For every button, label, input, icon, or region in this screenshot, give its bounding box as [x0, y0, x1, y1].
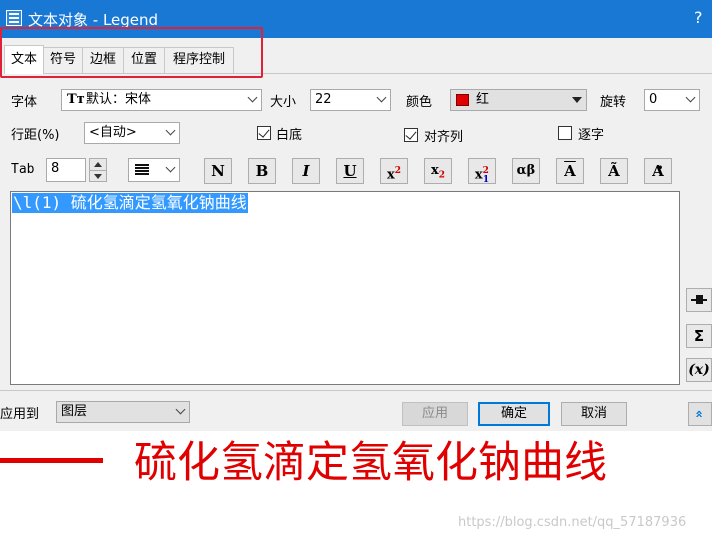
variable-button[interactable]: (x)	[686, 358, 712, 382]
dropdown-triangle-icon	[572, 97, 582, 103]
underlay-checkbox[interactable]	[257, 126, 271, 140]
greek-button[interactable]: αβ	[512, 158, 540, 184]
chevron-down-icon	[377, 97, 386, 103]
underline-button-label: U	[343, 162, 357, 180]
color-value: 红	[476, 92, 490, 107]
subscript-button-label: x	[430, 163, 439, 178]
spinner-divider	[90, 170, 106, 171]
apply-to-select[interactable]: 图层	[56, 401, 190, 423]
tab-size-value: 8	[51, 161, 60, 176]
overline-button[interactable]: A	[556, 158, 584, 184]
align-justify-icon	[135, 164, 149, 176]
variable-icon: (x)	[688, 362, 710, 378]
color-label: 颜色	[406, 95, 433, 110]
chevron-down-icon	[248, 97, 257, 103]
superscript-button-label: x	[386, 167, 395, 183]
line-spacing-label: 行距(%)	[11, 128, 60, 143]
superscript-button[interactable]: x2	[380, 158, 408, 184]
size-select[interactable]: 22	[310, 89, 391, 111]
font-value: 默认：宋体	[86, 92, 152, 107]
help-button[interactable]: ?	[694, 8, 703, 27]
supsub-button-label: x	[474, 167, 483, 183]
line-spacing-value: <自动>	[89, 125, 137, 140]
tab-text[interactable]: 文本	[4, 45, 44, 74]
apply-to-label: 应用到	[0, 407, 40, 422]
collapse-button[interactable]: »	[688, 402, 712, 426]
alignment-select[interactable]	[128, 158, 180, 182]
bold-button-label: B	[255, 162, 269, 180]
tab-divider	[4, 73, 712, 74]
tab-size-label: Tab	[11, 162, 35, 177]
tab-position[interactable]: 位置	[123, 47, 165, 73]
app-icon	[6, 10, 22, 26]
cancel-button[interactable]: 取消	[561, 402, 627, 426]
italic-button-label: I	[302, 162, 310, 180]
apply-button[interactable]: 应用	[402, 402, 468, 426]
chevron-down-icon	[166, 167, 175, 173]
size-value: 22	[315, 92, 332, 107]
per-char-label: 逐字	[578, 128, 605, 143]
tab-size-spinner[interactable]	[89, 158, 107, 182]
window-title: 文本对象 - Legend	[28, 11, 159, 29]
subscript-button[interactable]: x2	[424, 158, 452, 184]
normal-button[interactable]: N	[204, 158, 232, 184]
preview-legend-text: 硫化氢滴定氢氧化钠曲线	[134, 438, 607, 488]
tab-symbol[interactable]: 符号	[43, 47, 83, 73]
font-label: 字体	[11, 95, 38, 110]
supsub-button[interactable]: x21	[468, 158, 496, 185]
tab-size-input[interactable]: 8	[46, 158, 86, 182]
bold-button[interactable]: B	[248, 158, 276, 184]
apply-to-value: 图层	[61, 404, 88, 419]
preview-area: 硫化氢滴定氢氧化钠曲线 https://blog.csdn.net/qq_571…	[0, 431, 712, 543]
italic-button[interactable]: I	[292, 158, 320, 184]
watermark-text: https://blog.csdn.net/qq_57187936	[458, 515, 687, 530]
sigma-button[interactable]: Σ	[686, 324, 712, 348]
legend-symbol-icon	[696, 295, 703, 304]
dot-accent-button[interactable]: • A	[644, 158, 672, 184]
tilde-button[interactable]: Ã	[600, 158, 628, 184]
sub-index-icon: 1	[482, 174, 490, 185]
bottom-separator	[0, 390, 712, 391]
overline-button-label: A	[564, 162, 576, 180]
ok-button[interactable]: 确定	[478, 402, 550, 426]
spin-up-icon[interactable]	[94, 162, 102, 167]
insert-legend-button[interactable]	[686, 288, 712, 312]
superscript-icon: 2	[394, 166, 402, 176]
dot-accent-icon: •	[657, 163, 664, 174]
text-editor[interactable]: \l(1) 硫化氢滴定氢氧化钠曲线	[10, 191, 680, 385]
tilde-button-label: Ã	[608, 162, 620, 180]
editor-selected-text: \l(1) 硫化氢滴定氢氧化钠曲线	[12, 193, 248, 213]
subscript-icon: 2	[438, 170, 446, 181]
align-columns-label: 对齐列	[424, 130, 464, 145]
truetype-icon: Tт	[67, 92, 85, 107]
size-label: 大小	[270, 95, 297, 110]
chevron-down-icon	[176, 409, 185, 415]
underlay-label: 白底	[276, 128, 303, 143]
greek-button-label: αβ	[516, 163, 536, 178]
legend-line-sample	[0, 458, 103, 463]
per-char-checkbox[interactable]	[558, 126, 572, 140]
rotate-label: 旋转	[600, 95, 627, 110]
underline-button[interactable]: U	[336, 158, 364, 184]
align-columns-checkbox[interactable]	[404, 128, 418, 142]
chevron-down-icon	[166, 130, 175, 136]
normal-button-label: N	[211, 162, 225, 180]
font-select[interactable]: Tт 默认：宋体	[61, 89, 262, 111]
color-swatch	[456, 94, 469, 106]
text-object-dialog: 文本 符号 边框 位置 程序控制 字体 Tт 默认：宋体 大小 22 颜色 红 …	[0, 27, 712, 431]
line-spacing-select[interactable]: <自动>	[84, 122, 180, 144]
chevron-down-icon	[686, 97, 695, 103]
rotate-select[interactable]: 0	[644, 89, 700, 111]
color-select[interactable]: 红	[450, 89, 587, 111]
rotate-value: 0	[649, 92, 658, 107]
tab-border[interactable]: 边框	[82, 47, 124, 73]
double-chevron-up-icon: »	[692, 409, 707, 419]
sigma-icon: Σ	[693, 327, 705, 345]
tab-programming[interactable]: 程序控制	[164, 47, 234, 73]
spin-down-icon[interactable]	[94, 174, 102, 179]
title-bar: 文本对象 - Legend ?	[0, 0, 712, 38]
